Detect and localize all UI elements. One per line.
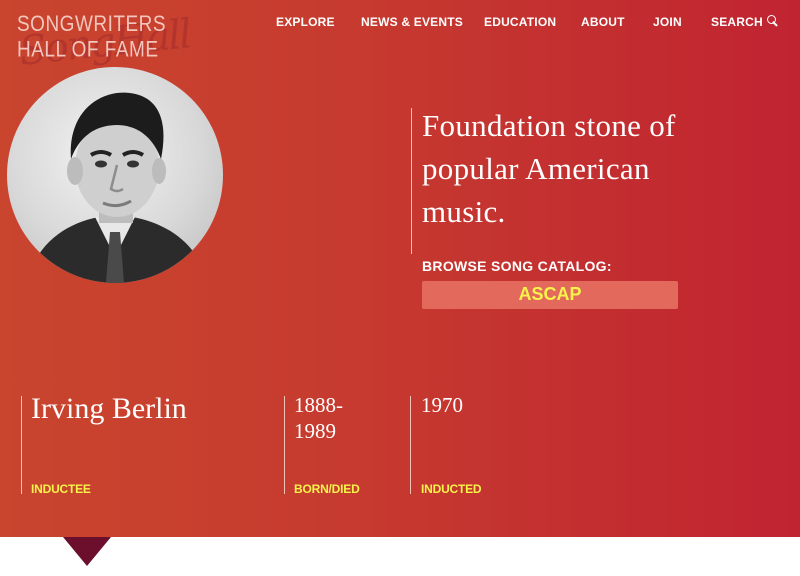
born-died-label: BORN/DIED <box>294 482 360 496</box>
died-year: 1989 <box>294 419 336 443</box>
inducted-label: INDUCTED <box>421 482 482 496</box>
nav-about[interactable]: ABOUT <box>581 15 625 29</box>
fact-divider <box>284 396 285 494</box>
hero-section: SongHall SONGWRITERS HALL OF FAME EXPLOR… <box>0 0 800 537</box>
browse-catalog-label: BROWSE SONG CATALOG: <box>422 258 612 274</box>
inducted-year: 1970 <box>421 393 463 417</box>
inductee-name: Irving Berlin <box>31 392 187 425</box>
nav-search-label: SEARCH <box>711 15 763 29</box>
quote-line: music. <box>422 194 506 229</box>
search-icon <box>766 15 779 27</box>
site-logo[interactable]: SongHall SONGWRITERS HALL OF FAME <box>17 8 217 75</box>
quote-divider <box>411 108 412 254</box>
section-pointer-arrow <box>63 537 111 566</box>
ascap-catalog-button[interactable]: ASCAP <box>422 281 678 309</box>
quote-line: popular American <box>422 151 650 186</box>
fact-divider <box>410 396 411 494</box>
inductee-label: INDUCTEE <box>31 482 91 496</box>
fact-divider <box>21 396 22 494</box>
born-died-value: 1888- 1989 <box>294 392 343 444</box>
born-year: 1888- <box>294 393 343 417</box>
nav-news-events[interactable]: NEWS & EVENTS <box>361 15 463 29</box>
inductee-portrait <box>7 67 223 283</box>
nav-explore[interactable]: EXPLORE <box>276 15 335 29</box>
logo-text: SONGWRITERS HALL OF FAME <box>17 12 167 63</box>
nav-search[interactable]: SEARCH <box>711 15 779 29</box>
main-nav: EXPLORE NEWS & EVENTS EDUCATION ABOUT JO… <box>276 15 780 33</box>
nav-join[interactable]: JOIN <box>653 15 682 29</box>
nav-education[interactable]: EDUCATION <box>484 15 556 29</box>
quote-line: Foundation stone of <box>422 108 676 143</box>
inductee-quote: Foundation stone of popular American mus… <box>422 104 752 233</box>
